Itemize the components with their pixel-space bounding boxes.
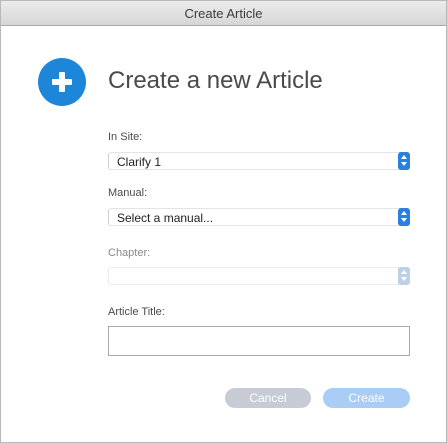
window-title: Create Article (184, 6, 263, 21)
site-select-value: Clarify 1 (117, 155, 162, 169)
plus-circle-icon (38, 58, 86, 106)
site-select[interactable]: Clarify 1 (108, 152, 410, 170)
cancel-button[interactable]: Cancel (225, 388, 311, 408)
article-title-input[interactable] (108, 326, 410, 356)
dialog-heading: Create a new Article (108, 67, 323, 94)
create-article-dialog: Create Article Create a new Article In S… (0, 0, 447, 443)
select-arrows-icon (398, 152, 410, 170)
article-title-label: Article Title: (108, 306, 165, 318)
manual-select-value: Select a manual... (117, 211, 214, 225)
chapter-select[interactable] (108, 267, 410, 285)
title-bar[interactable]: Create Article (1, 1, 446, 26)
manual-label: Manual: (108, 187, 148, 199)
select-arrows-icon (398, 267, 410, 285)
site-label: In Site: (108, 131, 143, 143)
chapter-label: Chapter: (108, 247, 151, 259)
manual-select[interactable]: Select a manual... (108, 208, 410, 226)
select-arrows-icon (398, 208, 410, 226)
create-button[interactable]: Create (323, 388, 410, 408)
